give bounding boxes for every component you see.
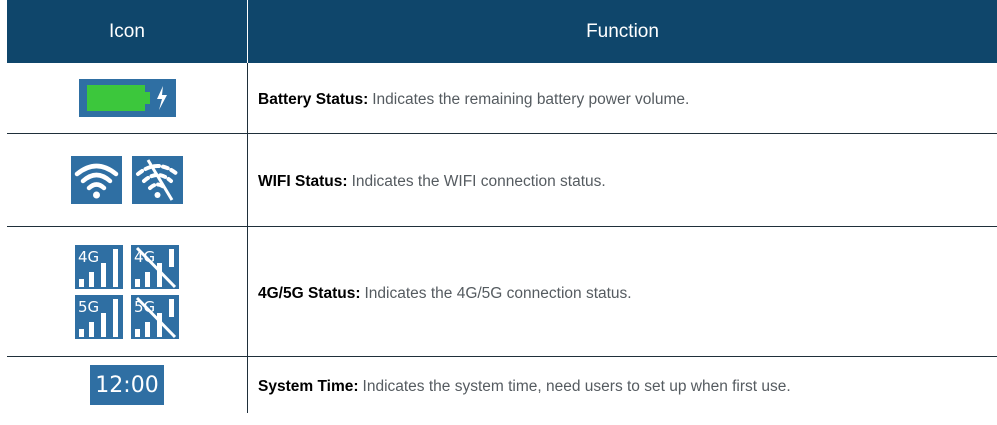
icon-cell: 12:00 [7, 357, 248, 413]
4g-no-signal-icon: 4G [131, 244, 179, 289]
table-row-wifi: WIFI Status: Indicates the WIFI connecti… [7, 134, 997, 227]
row-description: Indicates the WIFI connection status. [351, 173, 606, 190]
wifi-disconnected-icon [132, 156, 183, 204]
table-row-time: 12:00 System Time: Indicates the system … [7, 357, 997, 413]
table-row-signal: 4G 4G 5G [7, 227, 997, 357]
table-row-battery: Battery Status: Indicates the remaining … [7, 63, 997, 134]
wifi-connected-icon [71, 156, 122, 204]
header-function-cell: Function [586, 20, 659, 42]
signal-icon-grid: 4G 4G 5G [75, 244, 179, 339]
row-label: System Time: [258, 378, 359, 395]
row-label: 4G/5G Status: [258, 284, 361, 302]
row-label: Battery Status: [258, 91, 369, 108]
5g-no-signal-icon: 5G [131, 294, 179, 339]
icon-function-table: Icon Function Battery Status: Indicates … [7, 0, 997, 413]
row-description: Indicates the 4G/5G connection status. [364, 284, 632, 302]
5g-text: 5G [78, 298, 99, 316]
system-time-icon: 12:00 [90, 365, 164, 405]
5g-signal-icon: 5G [75, 294, 123, 339]
row-description: Indicates the system time, need users to… [362, 378, 791, 395]
header-icon-cell: Icon [7, 0, 248, 63]
icon-cell [7, 63, 248, 133]
function-cell: 4G/5G Status: Indicates the 4G/5G connec… [248, 231, 997, 356]
function-cell: WIFI Status: Indicates the WIFI connecti… [248, 138, 997, 226]
icon-cell [7, 134, 248, 226]
4g-signal-icon: 4G [75, 244, 123, 289]
table-header: Icon Function [7, 0, 997, 63]
battery-charging-icon [78, 79, 176, 117]
4g-text: 4G [78, 248, 99, 266]
function-cell: Battery Status: Indicates the remaining … [248, 67, 997, 133]
row-label: WIFI Status: [258, 173, 348, 190]
function-cell: System Time: Indicates the system time, … [248, 361, 997, 413]
icon-cell: 4G 4G 5G [7, 227, 248, 356]
row-description: Indicates the remaining battery power vo… [372, 91, 690, 108]
